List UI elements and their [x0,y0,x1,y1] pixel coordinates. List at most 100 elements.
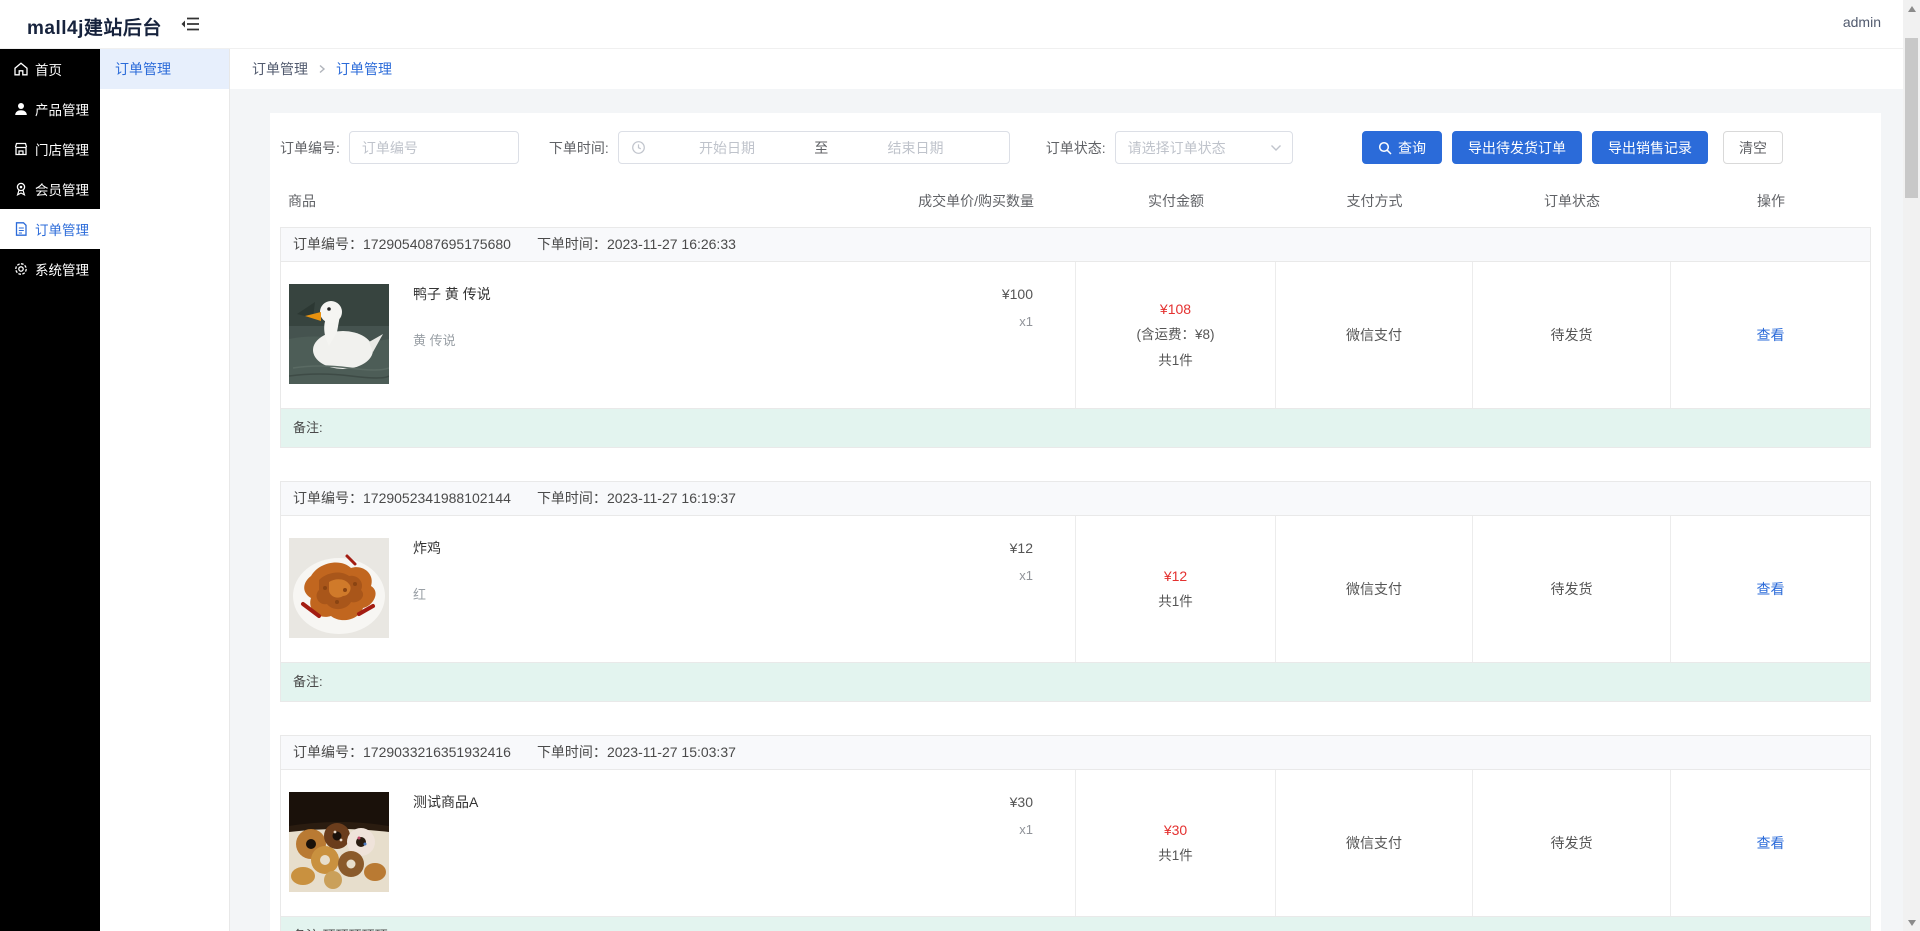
pay-method-cell: 微信支付 [1275,262,1472,408]
tab-order-management[interactable]: 订单管理 [100,49,229,89]
product-image [289,284,389,384]
product-quantity: x1 [1002,312,1033,332]
breadcrumb: 订单管理 订单管理 [230,49,1920,89]
order-list: 订单编号：1729054087695175680下单时间：2023-11-27 … [280,227,1871,931]
remark-label: 备注: [293,674,323,689]
order-block: 订单编号：1729033216351932416 下单时间：2023-11-27 … [280,735,1871,931]
search-button[interactable]: 查询 [1362,131,1442,164]
paid-amount: ¥30 [1164,817,1187,843]
date-range-picker[interactable]: 开始日期 至 结束日期 [618,131,1010,164]
paid-amount: ¥12 [1164,563,1187,589]
product-name: 炸鸡 [413,538,441,558]
export-sales-button[interactable]: 导出销售记录 [1592,131,1708,164]
filter-bar: 订单编号: 下单时间: 开始日期 至 结束日期 订单状态: 请选择订单状态 [280,131,1871,164]
product-price-qty: ¥30 x1 [1010,792,1033,840]
sidebar-item-products[interactable]: 产品管理 [0,89,100,129]
scrollbar-thumb[interactable] [1905,38,1918,198]
order-no-label: 订单编号： [293,744,363,760]
sidebar-item-stores[interactable]: 门店管理 [0,129,100,169]
header-unit-price-qty: 成交单价/购买数量 [918,191,1076,211]
action-cell: 查看 [1670,516,1870,662]
sidebar-item-orders[interactable]: 订单管理 [0,209,100,249]
product-name: 测试商品A [413,792,478,812]
order-time-label: 下单时间: [549,138,609,158]
paid-amount-cell: ¥12 共1件 [1075,516,1275,662]
sidebar-item-label: 门店管理 [35,139,89,159]
user-icon [13,101,29,117]
order-time-label: 下单时间： [537,236,607,252]
order-time-label: 下单时间： [537,744,607,760]
product-cell: 测试商品A ¥30 x1 [281,770,1075,916]
paid-amount-cell: ¥108 (含运费：¥8) 共1件 [1075,262,1275,408]
clear-button[interactable]: 清空 [1723,131,1783,164]
action-cell: 查看 [1670,262,1870,408]
product-unit-price: ¥12 [1010,538,1033,558]
order-status-label: 订单状态: [1046,138,1106,158]
view-link[interactable]: 查看 [1757,833,1785,853]
topbar: mall4j建站后台 admin [0,0,1920,49]
scroll-up-icon[interactable] [1903,0,1920,17]
order-row: 测试商品A ¥30 x1 ¥30 共1件 微信支付 待发货 查看 [281,770,1870,916]
product-image [289,792,389,892]
order-status-select[interactable]: 请选择订单状态 [1115,131,1293,164]
breadcrumb-parent[interactable]: 订单管理 [252,59,308,79]
start-date-placeholder: 开始日期 [646,138,809,158]
breadcrumb-current[interactable]: 订单管理 [336,59,392,79]
order-status-cell: 待发货 [1472,262,1670,408]
view-link[interactable]: 查看 [1757,579,1785,599]
order-row: 炸鸡 红 ¥12 x1 ¥12 共1件 微信支付 待发货 查看 [281,516,1870,662]
header-pay-method: 支付方式 [1276,191,1473,211]
sidebar-item-system[interactable]: 系统管理 [0,249,100,289]
search-icon [1378,141,1392,155]
action-cell: 查看 [1670,770,1870,916]
order-no-label: 订单编号: [280,138,340,158]
item-count: 共1件 [1158,843,1193,869]
sidebar-item-home[interactable]: 首页 [0,49,100,89]
order-time-label: 下单时间： [537,490,607,506]
item-count: 共1件 [1158,348,1193,374]
chevron-right-icon [317,63,327,75]
store-icon [13,141,29,157]
end-date-placeholder: 结束日期 [834,138,997,158]
order-block-header: 订单编号：1729054087695175680下单时间：2023-11-27 … [281,228,1870,262]
product-quantity: x1 [1010,820,1033,840]
gear-icon [13,261,29,277]
export-pending-button[interactable]: 导出待发货订单 [1452,131,1582,164]
tabstrip: 订单管理 [100,49,230,931]
product-spec: 红 [413,584,426,603]
menu-fold-icon[interactable] [180,15,202,33]
order-status-cell: 待发货 [1472,770,1670,916]
product-cell: 鸭子 黄 传说 黄 传说 ¥100 x1 [281,262,1075,408]
product-cell: 炸鸡 红 ¥12 x1 [281,516,1075,662]
order-no-value: 1729052341988102144 [363,490,511,506]
sidebar-item-label: 系统管理 [35,259,89,279]
product-spec: 黄 传说 [413,330,456,349]
table-header: 商品 成交单价/购买数量 实付金额 支付方式 订单状态 操作 [280,188,1871,214]
order-time-value: 2023-11-27 15:03:37 [607,744,736,760]
order-no-input[interactable] [349,131,519,164]
search-button-label: 查询 [1398,138,1426,158]
order-no-value: 1729033216351932416 [363,744,511,760]
order-block: 订单编号：1729052341988102144下单时间：2023-11-27 … [280,481,1871,702]
product-name: 鸭子 黄 传说 [413,284,491,304]
product-unit-price: ¥100 [1002,284,1033,304]
status-placeholder: 请选择订单状态 [1128,138,1270,158]
header-order-status: 订单状态 [1473,191,1671,211]
sidebar-item-label: 产品管理 [35,99,89,119]
clock-icon [631,140,646,155]
sidebar-item-label: 订单管理 [35,219,89,239]
order-block: 订单编号：1729054087695175680下单时间：2023-11-27 … [280,227,1871,448]
header-goods: 商品 [280,191,316,211]
user-name[interactable]: admin [1843,14,1881,30]
medal-icon [13,181,29,197]
product-price-qty: ¥100 x1 [1002,284,1033,332]
scroll-down-icon[interactable] [1903,914,1920,931]
sidebar-item-members[interactable]: 会员管理 [0,169,100,209]
vertical-scrollbar[interactable] [1903,0,1920,931]
fried-chicken-product-image [289,538,389,638]
product-image [289,538,389,638]
freight-note: (含运费：¥8) [1136,322,1214,348]
home-icon [13,61,29,77]
header-paid-amount: 实付金额 [1076,191,1276,211]
view-link[interactable]: 查看 [1757,325,1785,345]
